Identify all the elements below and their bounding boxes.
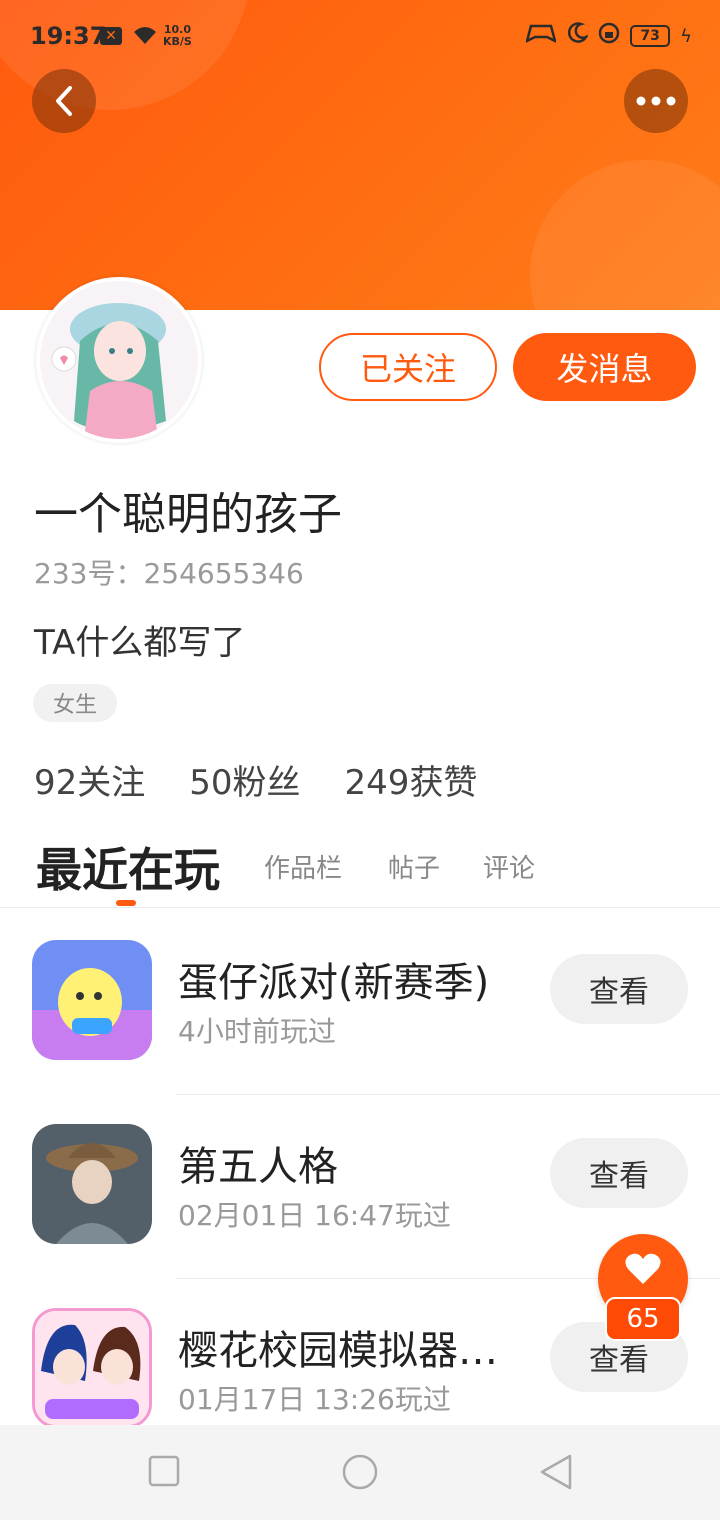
recent-apps-button[interactable] (148, 1455, 180, 1491)
network-speed-unit: KB/S (163, 35, 192, 48)
last-played-time: 01月17日 13:26玩过 (178, 1383, 451, 1416)
gender-tag: 女生 (33, 684, 118, 722)
status-icons: 73 ϟ (525, 22, 692, 50)
view-button[interactable]: 查看 (550, 954, 688, 1024)
profile-stats: 92关注 50粉丝 249获赞 (34, 755, 477, 804)
game-title: 第五人格 (178, 1144, 338, 1190)
likes-count[interactable]: 249获赞 (345, 755, 478, 804)
tab-works[interactable]: 作品栏 (264, 848, 342, 885)
square-icon (148, 1455, 180, 1487)
more-dots-icon (636, 96, 676, 106)
username: 一个聪明的孩子 (34, 489, 342, 540)
stat-label: 关注 (77, 763, 146, 803)
user-id: 233号：254655346 (34, 552, 304, 592)
battery-icon: 73 (630, 25, 671, 47)
triangle-back-icon (540, 1454, 572, 1490)
tab-posts[interactable]: 帖子 (388, 848, 440, 885)
network-speed: 10.0 KB/S (163, 24, 192, 48)
home-button[interactable] (341, 1453, 379, 1495)
sakura-school-icon[interactable] (32, 1308, 152, 1428)
heart-icon (625, 1253, 661, 1284)
system-nav-bar (0, 1425, 720, 1520)
more-options-button[interactable] (624, 69, 688, 133)
banner-decoration (530, 160, 720, 310)
following-count[interactable]: 92关注 (34, 755, 145, 804)
moon-icon (566, 22, 590, 50)
status-bar: 19:37 ✕ 10.0 KB/S 73 ϟ (0, 0, 720, 70)
followers-count[interactable]: 50粉丝 (189, 755, 300, 804)
stat-label: 粉丝 (232, 763, 301, 803)
avatar[interactable] (36, 277, 202, 443)
gamepad-icon (525, 22, 558, 50)
user-id-label: 233号： (34, 557, 144, 590)
active-tab-indicator (116, 900, 136, 906)
user-id-value: 254655346 (143, 557, 304, 590)
circle-icon (342, 1454, 378, 1490)
game-title: 蛋仔派对(新赛季) (178, 960, 490, 1006)
following-button[interactable]: 已关注 (319, 333, 497, 401)
game-title: 樱花校园模拟器… (178, 1328, 498, 1374)
chevron-left-icon (56, 86, 72, 116)
stat-value: 50 (189, 763, 233, 803)
notification-icon: ✕ (100, 27, 122, 45)
tab-recently-played[interactable]: 最近在玩 (36, 834, 220, 900)
wifi-icon (132, 24, 158, 52)
last-played-time: 4小时前玩过 (178, 1015, 336, 1048)
user-bio: TA什么都写了 (34, 623, 246, 663)
tab-comments[interactable]: 评论 (483, 848, 535, 885)
stat-value: 92 (34, 763, 78, 803)
eggy-party-icon[interactable] (32, 940, 152, 1060)
view-button[interactable]: 查看 (550, 1138, 688, 1208)
like-count-badge: 65 (605, 1297, 681, 1341)
divider (176, 1094, 720, 1095)
charging-icon: ϟ (680, 25, 692, 47)
stat-value: 249 (344, 763, 410, 803)
status-time: 19:37 (30, 22, 107, 50)
profile-tabs: 最近在玩 作品栏 帖子 评论 (0, 830, 720, 908)
lock-rotation-icon (598, 22, 620, 50)
last-played-time: 02月01日 16:47玩过 (178, 1199, 451, 1232)
back-nav-button[interactable] (538, 1453, 574, 1495)
send-message-button[interactable]: 发消息 (513, 333, 696, 401)
identity-v-icon[interactable] (32, 1124, 152, 1244)
list-item[interactable]: 蛋仔派对(新赛季) 4小时前玩过 查看 (0, 910, 720, 1094)
stat-label: 获赞 (409, 763, 478, 803)
back-button[interactable] (32, 69, 96, 133)
